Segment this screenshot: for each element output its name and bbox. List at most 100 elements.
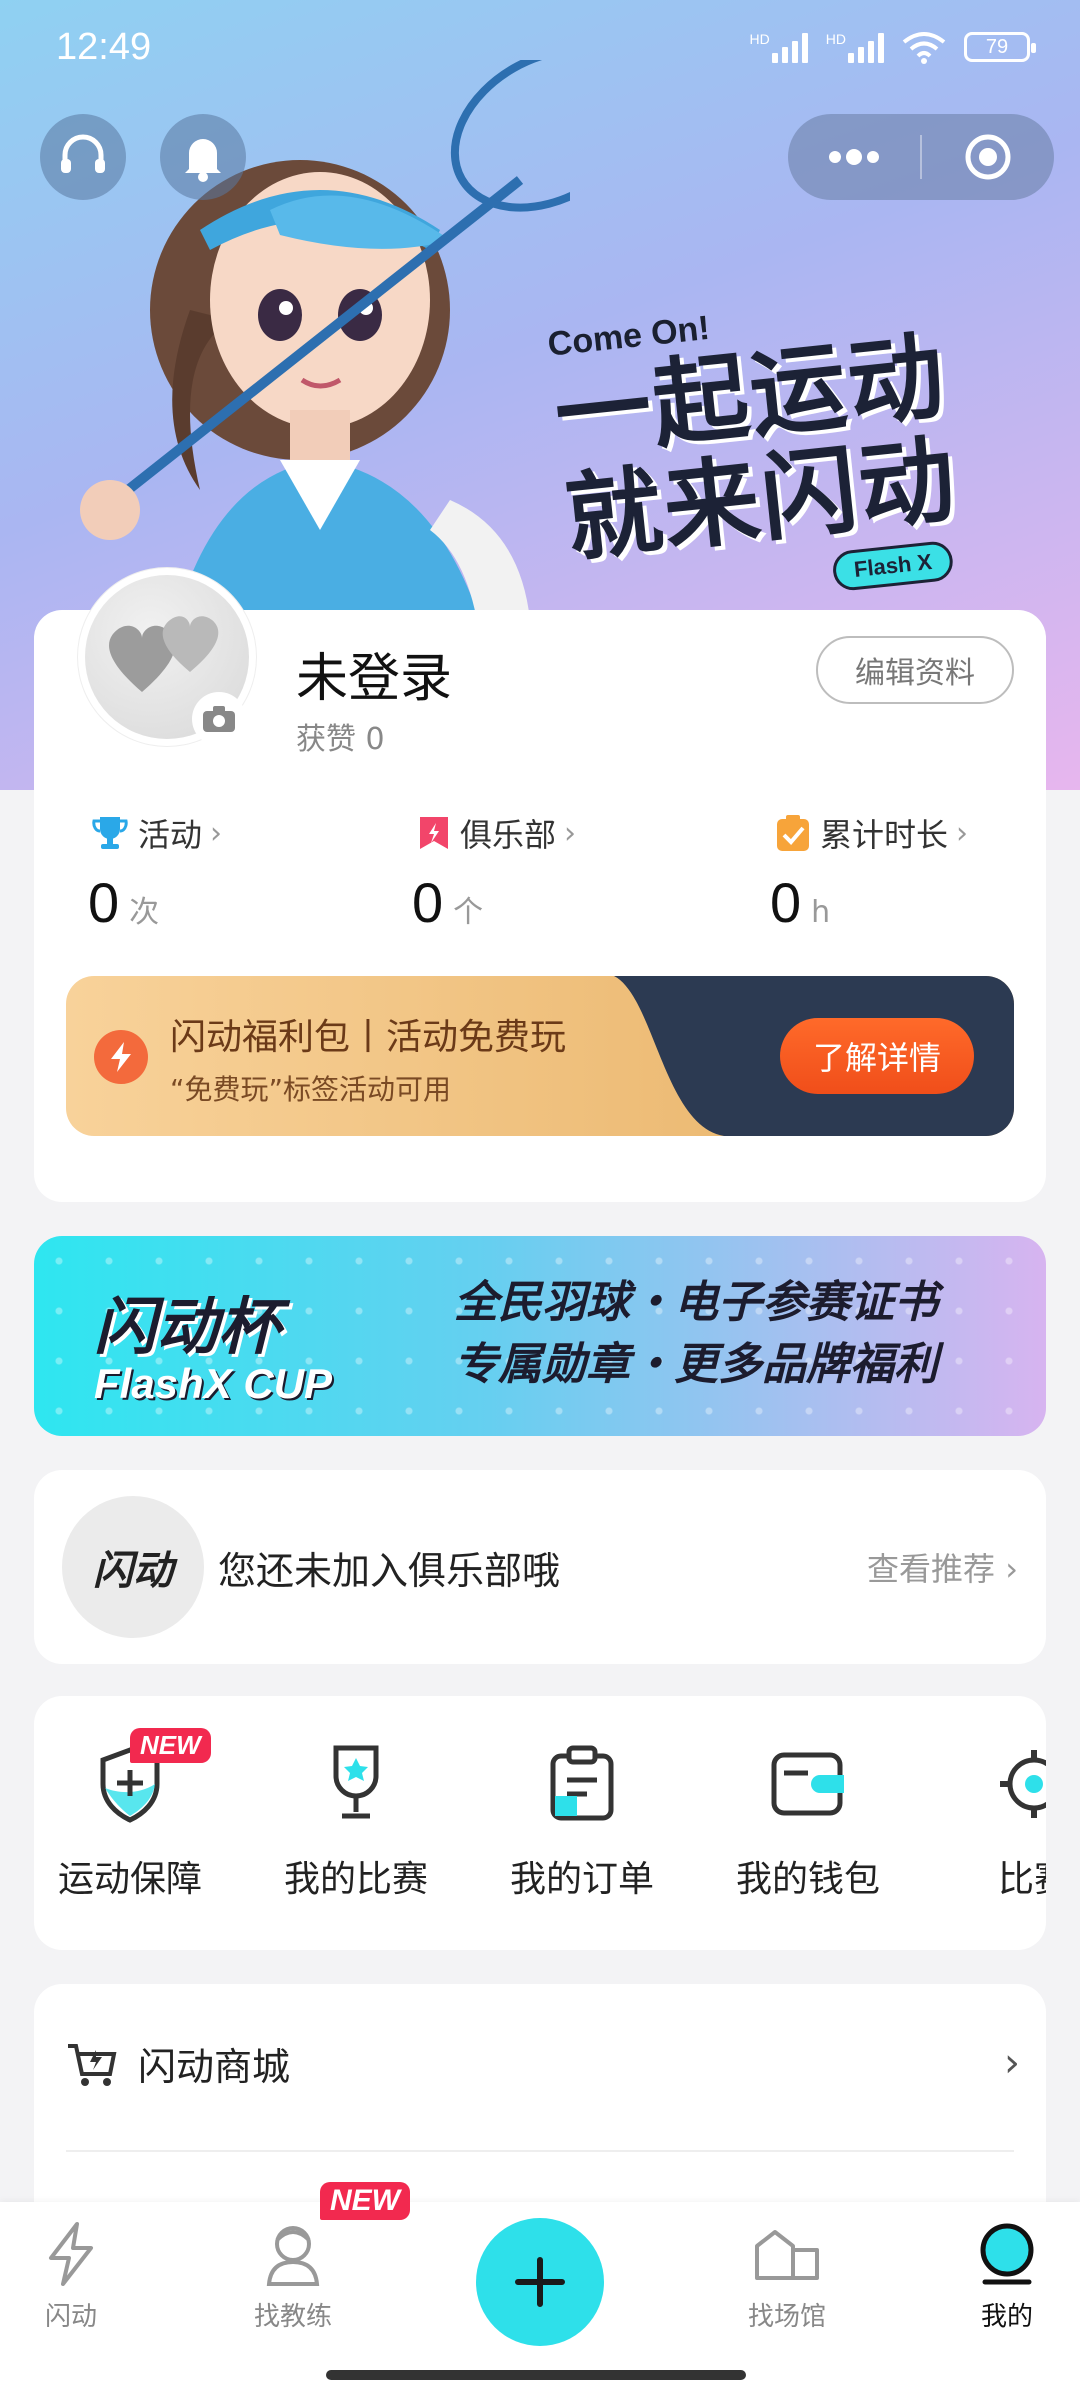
cup-line-1: 全民羽球・电子参赛证书 <box>454 1277 938 1328</box>
club-message: 您还未加入俱乐部哦 <box>218 1549 561 1593</box>
username[interactable]: 未登录 <box>296 636 452 711</box>
brand-tag: Flash X <box>831 539 955 593</box>
stat-label: 俱乐部 <box>460 816 557 854</box>
view-recommendations-link[interactable]: 查看推荐 › <box>867 1544 1018 1590</box>
tools-row: NEW 运动保障 我的比赛 我的订单 我的钱包 比赛 <box>34 1696 1046 1950</box>
notification-button[interactable] <box>160 114 246 200</box>
change-avatar-button[interactable] <box>192 692 246 746</box>
chevron-right-icon: › <box>564 815 577 851</box>
new-badge: NEW <box>320 2182 410 2220</box>
home-indicator <box>326 2370 746 2380</box>
tab-find-venue[interactable]: 找场馆 <box>712 2220 862 2333</box>
trophy-icon <box>312 1740 400 1828</box>
edit-profile-button[interactable]: 编辑资料 <box>816 636 1014 704</box>
clipboard-icon <box>538 1740 626 1828</box>
wifi-icon <box>902 32 946 64</box>
tab-label: 找教练 <box>253 2302 332 2332</box>
chevron-right-icon: › <box>210 815 223 851</box>
likes-value: 0 <box>365 722 385 757</box>
cup-line-2: 专属勋章・更多品牌福利 <box>454 1339 938 1390</box>
wallet-icon <box>764 1740 852 1828</box>
tool-match-settings[interactable]: 比赛 <box>934 1740 1046 1902</box>
lightning-icon <box>37 2220 105 2288</box>
stat-duration-value: 0h <box>770 870 830 935</box>
flashx-cup-banner[interactable]: 闪动杯 FlashX CUP 全民羽球・电子参赛证书 专属勋章・更多品牌福利 <box>34 1236 1046 1436</box>
profile-icon <box>973 2220 1041 2288</box>
tool-label: 我的订单 <box>509 1859 654 1900</box>
tab-flash[interactable]: 闪动 <box>0 2220 146 2333</box>
cart-icon <box>68 2043 117 2086</box>
tool-my-matches[interactable]: 我的比赛 <box>256 1740 456 1902</box>
hd-label: HD <box>749 31 770 47</box>
shield-plus-icon: NEW <box>86 1728 211 1828</box>
tab-label: 闪动 <box>44 2302 97 2332</box>
chevron-right-icon: › <box>956 815 969 851</box>
chevron-right-icon: › <box>1005 1550 1018 1588</box>
plus-icon <box>515 2257 565 2307</box>
create-button[interactable] <box>476 2218 604 2346</box>
status-icons: HD HD 79 <box>749 30 1036 64</box>
tab-label: 找场馆 <box>747 2302 826 2332</box>
target-icon <box>965 134 1011 180</box>
hd-label: HD <box>825 31 846 47</box>
club-flag-icon <box>420 817 448 849</box>
stat-unit: 个 <box>453 895 484 930</box>
flash-logo: 闪动 <box>62 1496 204 1638</box>
checklist-icon <box>777 815 809 851</box>
tool-my-wallet[interactable]: 我的钱包 <box>708 1740 908 1902</box>
cup-logo-en: FlashX CUP <box>94 1360 333 1407</box>
gear-icon <box>990 1740 1046 1828</box>
likes-count: 获赞 0 <box>296 714 385 758</box>
cup-logo: 闪动杯 FlashX CUP <box>94 1276 332 1408</box>
stat-value: 0 <box>412 871 444 934</box>
chevron-right-icon: › <box>1004 2040 1020 2086</box>
camera-icon <box>203 706 235 732</box>
stat-value: 0 <box>88 871 120 934</box>
hero-slogan: Come On! 一起运动 就来闪动 Flash X <box>546 276 1054 620</box>
learn-more-button[interactable]: 了解详情 <box>780 1018 974 1094</box>
tab-find-coach[interactable]: 找教练 <box>218 2220 368 2333</box>
signal-icon <box>771 31 808 63</box>
more-dots-icon <box>829 149 879 165</box>
customer-service-button[interactable] <box>40 114 126 200</box>
coach-icon <box>259 2220 327 2288</box>
signal-icon <box>848 31 884 63</box>
tool-my-orders[interactable]: 我的订单 <box>482 1740 682 1902</box>
divider <box>66 2150 1014 2152</box>
tool-label: 我的比赛 <box>283 1859 428 1900</box>
welfare-banner[interactable]: 闪动福利包丨活动免费玩 “免费玩”标签活动可用 了解详情 <box>66 976 1014 1136</box>
status-time: 12:49 <box>56 26 152 68</box>
bell-icon <box>185 139 221 182</box>
stat-duration[interactable]: 累计时长 › <box>774 810 968 856</box>
tool-label: 运动保障 <box>57 1859 202 1900</box>
headset-icon <box>61 134 105 173</box>
stat-label: 活动 <box>138 816 203 854</box>
battery-icon: 79 <box>964 32 1036 62</box>
trophy-icon <box>92 817 128 849</box>
welfare-title: 闪动福利包丨活动免费玩 <box>170 1017 567 1058</box>
miniprogram-capsule <box>788 114 1054 200</box>
tool-label: 比赛 <box>997 1859 1046 1900</box>
stat-activity[interactable]: 活动 › <box>90 810 222 856</box>
tab-label: 我的 <box>980 2302 1033 2332</box>
likes-label: 获赞 <box>296 722 356 757</box>
tool-label: 我的钱包 <box>735 1859 880 1900</box>
mall-label: 闪动商城 <box>138 2045 291 2089</box>
stat-value: 0 <box>770 871 802 934</box>
more-button[interactable] <box>788 114 920 200</box>
stat-club-value: 0个 <box>412 870 483 935</box>
cup-description: 全民羽球・电子参赛证书 专属勋章・更多品牌福利 <box>454 1272 938 1396</box>
stat-unit: h <box>811 895 831 930</box>
close-miniprogram-button[interactable] <box>922 114 1054 200</box>
stat-unit: 次 <box>129 895 160 930</box>
stat-activity-value: 0次 <box>88 870 159 935</box>
tool-sports-insurance[interactable]: NEW 运动保障 <box>34 1728 230 1902</box>
lightning-badge-icon <box>94 1030 148 1084</box>
mall-entry[interactable]: 闪动商城 <box>66 2036 290 2091</box>
venue-icon <box>753 2220 821 2288</box>
stat-label: 累计时长 <box>820 816 949 854</box>
tab-mine[interactable]: 我的 <box>932 2220 1080 2333</box>
welfare-subtitle: “免费玩”标签活动可用 <box>170 1073 452 1106</box>
link-label: 查看推荐 <box>867 1550 996 1588</box>
stat-club[interactable]: 俱乐部 › <box>416 810 576 856</box>
